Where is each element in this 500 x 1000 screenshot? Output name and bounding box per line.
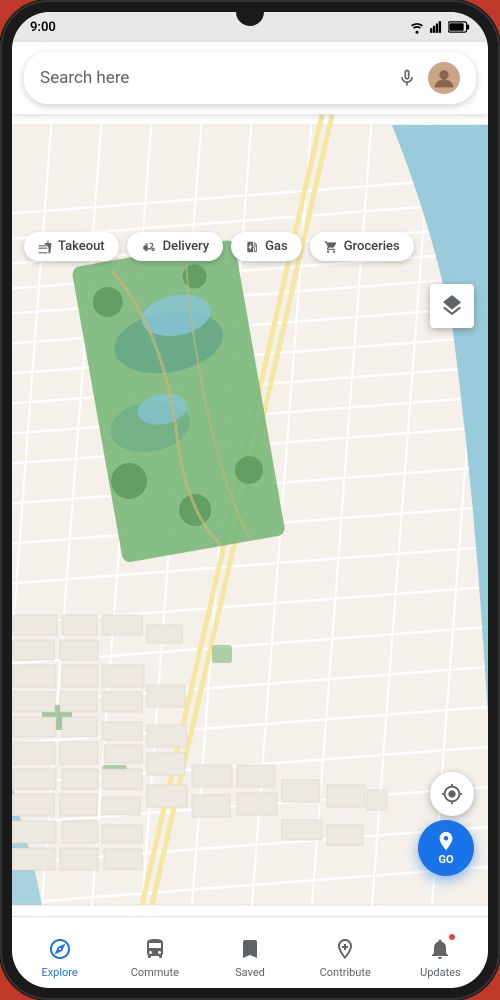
signal-icon — [430, 20, 444, 34]
chip-gas[interactable]: Gas — [231, 232, 302, 261]
go-button-label: GO — [438, 853, 453, 866]
nav-label-saved: Saved — [235, 966, 265, 979]
search-input-placeholder[interactable]: Search here — [40, 68, 386, 88]
map-area[interactable]: Takeout Delivery Gas Groceries — [12, 114, 488, 916]
nav-label-explore: Explore — [41, 966, 77, 979]
nav-label-contribute: Contribute — [320, 966, 371, 979]
nav-item-updates[interactable]: Updates — [393, 927, 488, 979]
phone-screen: 9:00 — [12, 12, 488, 988]
contribute-icon — [333, 937, 357, 961]
filter-chips: Takeout Delivery Gas Groceries — [12, 224, 488, 269]
saved-icon — [238, 937, 262, 961]
explore-icon — [48, 937, 72, 961]
battery-icon — [448, 21, 470, 33]
user-avatar[interactable] — [428, 62, 460, 94]
mic-icon[interactable] — [396, 67, 418, 89]
wifi-icon — [408, 20, 426, 34]
status-time: 9:00 — [30, 20, 56, 35]
layer-button[interactable] — [430, 284, 474, 328]
nav-item-contribute[interactable]: Contribute — [298, 927, 393, 979]
explore-icon-wrap — [46, 935, 74, 963]
chip-delivery-label: Delivery — [163, 239, 209, 254]
nav-item-explore[interactable]: Explore — [12, 927, 107, 979]
nav-label-updates: Updates — [420, 966, 461, 979]
phone-frame: 9:00 — [0, 0, 500, 1000]
status-bar: 9:00 — [12, 12, 488, 42]
nav-label-commute: Commute — [131, 966, 179, 979]
chip-takeout[interactable]: Takeout — [24, 232, 119, 261]
status-icons — [408, 20, 470, 34]
nav-item-commute[interactable]: Commute — [107, 927, 202, 979]
nav-item-saved[interactable]: Saved — [202, 927, 297, 979]
chip-groceries-label: Groceries — [344, 239, 400, 254]
go-button[interactable]: GO — [418, 820, 474, 876]
contribute-icon-wrap — [331, 935, 359, 963]
commute-icon-wrap — [141, 935, 169, 963]
chip-delivery[interactable]: Delivery — [127, 232, 223, 261]
my-location-button[interactable] — [430, 772, 474, 816]
commute-icon — [143, 937, 167, 961]
saved-icon-wrap — [236, 935, 264, 963]
bottom-nav: Explore Commute Saved — [12, 916, 488, 988]
chip-takeout-label: Takeout — [58, 239, 105, 254]
chip-gas-label: Gas — [265, 239, 288, 254]
search-bar[interactable]: Search here — [24, 52, 476, 104]
search-bar-container: Search here — [12, 42, 488, 114]
updates-icon-wrap — [426, 935, 454, 963]
notification-dot — [448, 933, 456, 941]
notch — [236, 12, 264, 26]
chip-groceries[interactable]: Groceries — [310, 232, 414, 261]
